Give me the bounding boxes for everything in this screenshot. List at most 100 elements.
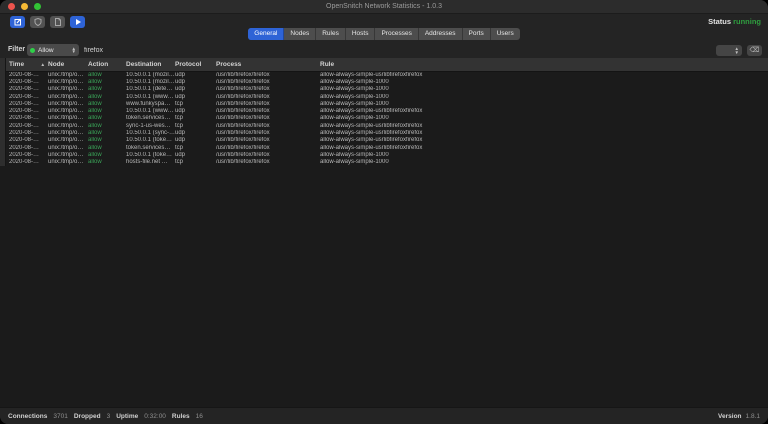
table-row[interactable]: 2020-08-… unix:/tmp/o… allow 10.50.0.1 (tok… bbox=[6, 137, 768, 144]
tab-users[interactable]: Users bbox=[491, 28, 520, 40]
cell-rule: allow-always-simple-1000 bbox=[320, 115, 389, 122]
tab-general[interactable]: General bbox=[248, 28, 285, 40]
cell-protocol: udp bbox=[175, 86, 186, 93]
cell-time: 2020-08-… bbox=[9, 151, 40, 158]
tab-nodes[interactable]: Nodes bbox=[284, 28, 317, 40]
new-rule-button[interactable] bbox=[10, 16, 25, 28]
dropped-label: Dropped bbox=[73, 413, 101, 420]
cell-rule: allow-always-simple-1000 bbox=[320, 78, 389, 85]
document-icon bbox=[54, 18, 61, 26]
rules-label: Rules bbox=[171, 413, 190, 420]
cell-protocol: tcp bbox=[175, 159, 184, 166]
window-title: OpenSnitch Network Statistics - 1.0.3 bbox=[326, 3, 442, 10]
toolbar bbox=[10, 16, 85, 28]
allow-status-dot-icon bbox=[30, 47, 35, 53]
table-row[interactable]: 2020-08-… unix:/tmp/o… allow www.funkyspa… t… bbox=[6, 100, 768, 107]
chevron-up-down-icon: ▲ ▼ bbox=[734, 46, 739, 55]
backspace-icon: ⌫ bbox=[749, 47, 760, 54]
security-button[interactable] bbox=[30, 16, 45, 28]
titlebar: OpenSnitch Network Statistics - 1.0.3 bbox=[0, 0, 768, 14]
cell-node: unix:/tmp/o… bbox=[48, 137, 84, 144]
column-header-node[interactable]: Node bbox=[48, 61, 88, 68]
cell-action: allow bbox=[88, 144, 102, 151]
cell-protocol: udp bbox=[175, 78, 186, 85]
cell-action: allow bbox=[88, 93, 102, 100]
table-row[interactable]: 2020-08-… unix:/tmp/o… allow 10.50.0.1 (moz… bbox=[6, 71, 768, 78]
version-label: Version bbox=[718, 413, 742, 420]
cell-node: unix:/tmp/o… bbox=[48, 115, 84, 122]
connections-label: Connections bbox=[8, 413, 48, 420]
tab-bar: General Nodes Rules Hosts Processes Addresses… bbox=[248, 28, 520, 40]
table-row[interactable]: 2020-08-… unix:/tmp/o… allow 10.50.0.1 (www… bbox=[6, 93, 768, 100]
column-header-destination[interactable]: Destination bbox=[126, 61, 175, 68]
column-header-action[interactable]: Action bbox=[88, 61, 126, 68]
cell-node: unix:/tmp/o… bbox=[48, 108, 84, 115]
tab-rules[interactable]: Rules bbox=[316, 28, 346, 40]
table-row[interactable]: 2020-08-… unix:/tmp/o… allow token.services… bbox=[6, 144, 768, 151]
tab-ports[interactable]: Ports bbox=[463, 28, 491, 40]
cell-action: allow bbox=[88, 151, 102, 158]
cell-process: /usr/lib/firefox/firefox bbox=[216, 93, 270, 100]
cell-action: allow bbox=[88, 137, 102, 144]
table-row[interactable]: 2020-08-… unix:/tmp/o… allow hosts-file.net… bbox=[6, 159, 768, 166]
cell-time: 2020-08-… bbox=[9, 71, 40, 78]
status-label: Status bbox=[708, 17, 731, 26]
statusbar-right: Version 1.8.1 bbox=[718, 413, 760, 420]
cell-protocol: udp bbox=[175, 130, 186, 137]
export-button[interactable] bbox=[50, 16, 65, 28]
cell-rule: allow-always-simple-1000 bbox=[320, 100, 389, 107]
cell-protocol: tcp bbox=[175, 100, 184, 107]
column-header-protocol[interactable]: Protocol bbox=[175, 61, 216, 68]
start-button[interactable] bbox=[70, 16, 85, 28]
cell-action: allow bbox=[88, 130, 102, 137]
tab-addresses[interactable]: Addresses bbox=[419, 28, 463, 40]
edit-square-icon bbox=[14, 18, 21, 26]
cell-process: /usr/lib/firefox/firefox bbox=[216, 108, 270, 115]
cell-protocol: tcp bbox=[175, 115, 184, 122]
table-row[interactable]: 2020-08-… unix:/tmp/o… allow 10.50.0.1 (moz… bbox=[6, 78, 768, 85]
table-row[interactable]: 2020-08-… unix:/tmp/o… allow 10.50.0.1 (www… bbox=[6, 107, 768, 114]
clear-filter-button[interactable]: ⌫ bbox=[747, 45, 762, 56]
table-row[interactable]: 2020-08-… unix:/tmp/o… allow token.services… bbox=[6, 115, 768, 122]
cell-node: unix:/tmp/o… bbox=[48, 93, 84, 100]
cell-time: 2020-08-… bbox=[9, 144, 40, 151]
version-value: 1.8.1 bbox=[745, 413, 760, 420]
cell-node: unix:/tmp/o… bbox=[48, 78, 84, 85]
cell-process: /usr/lib/firefox/firefox bbox=[216, 137, 270, 144]
cell-rule: allow-always-simple-usrlibfirefoxfirefox bbox=[320, 71, 423, 78]
limit-dropdown[interactable]: ▲ ▼ bbox=[716, 45, 742, 56]
action-filter-value: Allow bbox=[38, 46, 54, 54]
column-header-rule[interactable]: Rule bbox=[320, 61, 768, 68]
cell-action: allow bbox=[88, 86, 102, 93]
cell-action: allow bbox=[88, 78, 102, 85]
chevron-up-down-icon: ▲ ▼ bbox=[71, 45, 76, 54]
cell-process: /usr/lib/firefox/firefox bbox=[216, 78, 270, 85]
uptime-value: 0:32:00 bbox=[144, 413, 166, 420]
cell-rule: allow-always-simple-1000 bbox=[320, 93, 389, 100]
cell-process: /usr/lib/firefox/firefox bbox=[216, 159, 270, 166]
uptime-label: Uptime bbox=[116, 413, 139, 420]
shield-icon bbox=[34, 18, 41, 26]
action-filter-dropdown[interactable]: Allow ▲ ▼ bbox=[27, 44, 79, 56]
app-window: OpenSnitch Network Statistics - 1.0.3 Ge… bbox=[0, 0, 768, 424]
table-row[interactable]: 2020-08-… unix:/tmp/o… allow sync-1-us-wes…… bbox=[6, 122, 768, 129]
tab-processes[interactable]: Processes bbox=[375, 28, 419, 40]
column-header-process[interactable]: Process bbox=[216, 61, 320, 68]
cell-node: unix:/tmp/o… bbox=[48, 130, 84, 137]
cell-destination: 10.50.0.1 (toke… bbox=[126, 151, 173, 158]
cell-destination: 10.50.0.1 (sync-… bbox=[126, 130, 175, 137]
table-row[interactable]: 2020-08-… unix:/tmp/o… allow 10.50.0.1 (syn… bbox=[6, 129, 768, 136]
cell-protocol: tcp bbox=[175, 144, 184, 151]
cell-destination: 10.50.0.1 (dete… bbox=[126, 86, 173, 93]
cell-rule: allow-always-simple-usrlibfirefoxfirefox bbox=[320, 137, 423, 144]
cell-node: unix:/tmp/o… bbox=[48, 159, 84, 166]
cell-time: 2020-08-… bbox=[9, 130, 40, 137]
filter-query-input[interactable] bbox=[84, 44, 644, 56]
connections-value: 3701 bbox=[53, 413, 68, 420]
cell-protocol: udp bbox=[175, 71, 186, 78]
table-header-row: Time ▴ Node Action Destination Protocol Proces… bbox=[6, 58, 768, 72]
table-row[interactable]: 2020-08-… unix:/tmp/o… allow 10.50.0.1 (tok… bbox=[6, 151, 768, 158]
table-row[interactable]: 2020-08-… unix:/tmp/o… allow 10.50.0.1 (det… bbox=[6, 86, 768, 93]
tab-hosts[interactable]: Hosts bbox=[346, 28, 376, 40]
column-header-time[interactable]: Time ▴ bbox=[6, 61, 48, 68]
